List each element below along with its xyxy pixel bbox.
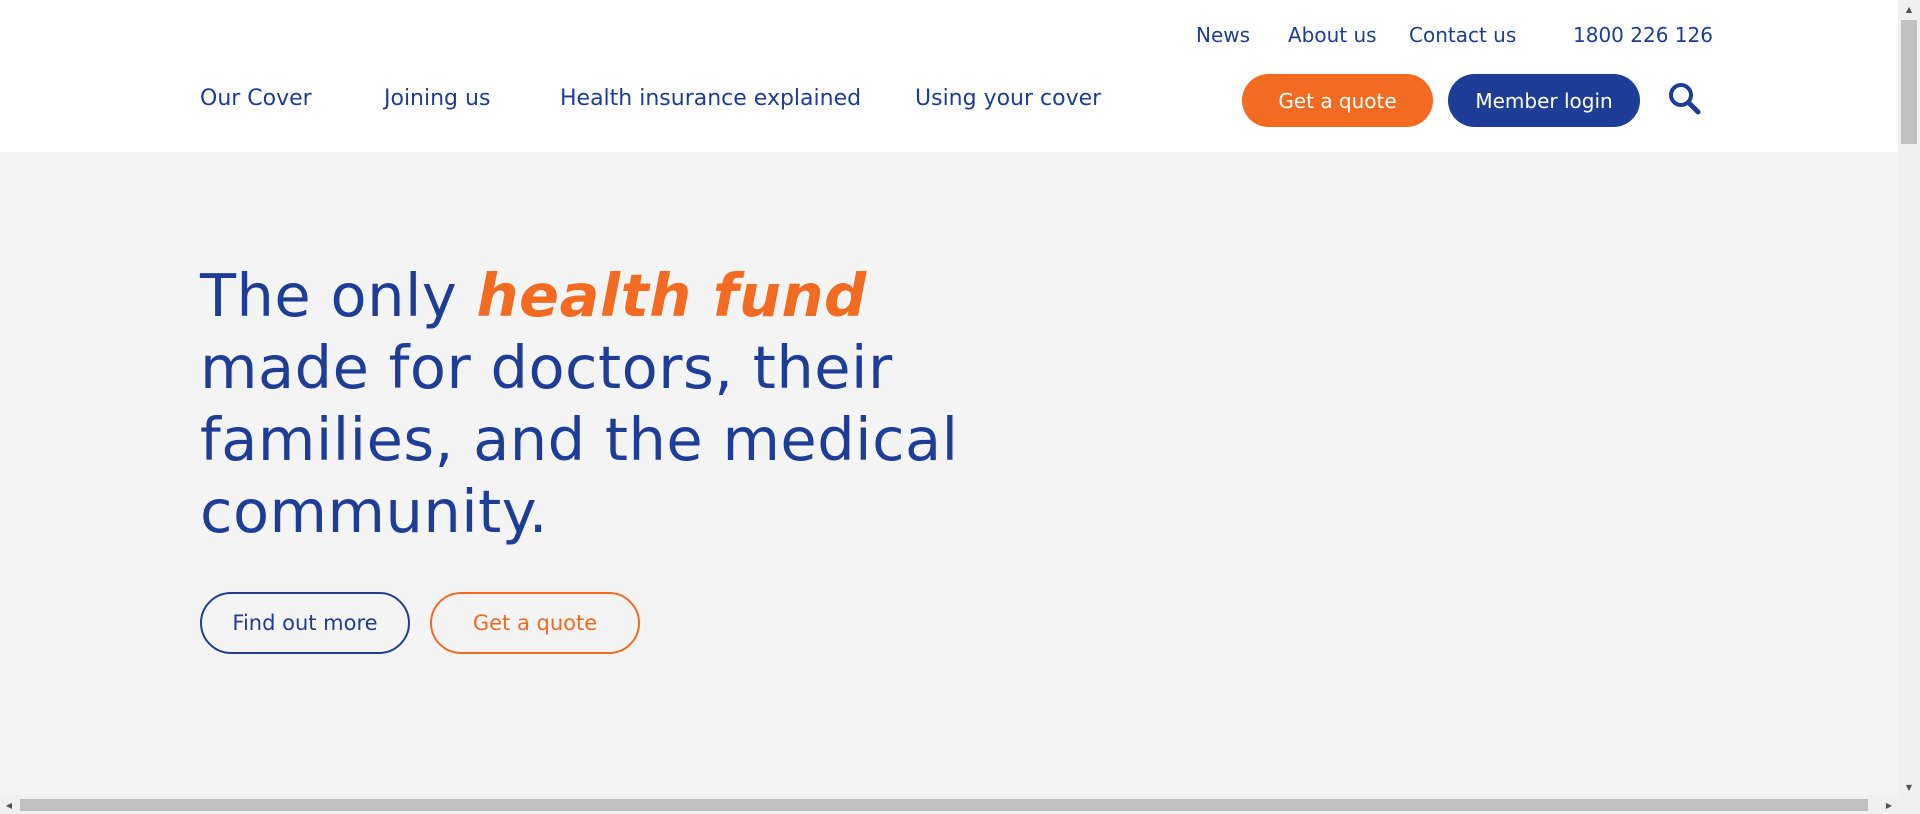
scroll-down-icon[interactable]: ▼ <box>1898 778 1920 796</box>
hero-section: The only health fund made for doctors, t… <box>0 152 1898 796</box>
hero-title-rest: made for doctors, their families, and th… <box>200 333 959 546</box>
nav-item-joining-us[interactable]: Joining us <box>384 86 490 111</box>
vertical-scrollbar[interactable]: ▲ ▼ <box>1898 0 1920 796</box>
hero-get-a-quote-button[interactable]: Get a quote <box>430 592 640 654</box>
member-login-button[interactable]: Member login <box>1448 74 1640 127</box>
search-icon[interactable] <box>1668 82 1702 116</box>
horizontal-scrollbar[interactable]: ◀ ▶ <box>0 796 1898 814</box>
scroll-right-icon[interactable]: ▶ <box>1880 796 1898 814</box>
hero-title: The only health fund made for doctors, t… <box>200 260 960 548</box>
get-a-quote-button[interactable]: Get a quote <box>1242 74 1433 127</box>
nav-item-using-your-cover[interactable]: Using your cover <box>915 86 1101 111</box>
news-link[interactable]: News <box>1196 23 1250 47</box>
nav-item-our-cover[interactable]: Our Cover <box>200 86 312 111</box>
scroll-up-icon[interactable]: ▲ <box>1898 0 1920 18</box>
find-out-more-button[interactable]: Find out more <box>200 592 410 654</box>
hero-title-accent: health fund <box>476 261 867 330</box>
horizontal-scroll-thumb[interactable] <box>20 799 1868 811</box>
utility-nav: News About us Contact us 1800 226 126 <box>0 23 1898 51</box>
scroll-left-icon[interactable]: ◀ <box>0 796 18 814</box>
contact-us-link[interactable]: Contact us <box>1409 23 1516 47</box>
scrollbar-corner <box>1898 796 1920 814</box>
about-us-link[interactable]: About us <box>1288 23 1377 47</box>
site-header: News About us Contact us 1800 226 126 Ou… <box>0 0 1898 152</box>
vertical-scroll-thumb[interactable] <box>1901 20 1917 144</box>
phone-link[interactable]: 1800 226 126 <box>1573 23 1713 47</box>
hero-title-prefix: The only <box>200 261 477 330</box>
nav-item-health-insurance-explained[interactable]: Health insurance explained <box>560 86 861 111</box>
